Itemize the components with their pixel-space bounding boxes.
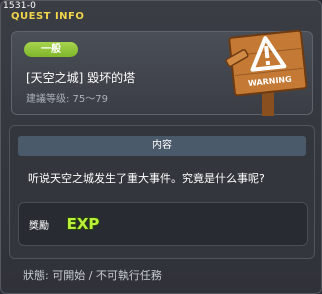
category-badge: 一般 xyxy=(24,42,78,57)
exp-icon: EXP xyxy=(66,214,100,234)
quest-header-panel: 一般 [天空之城] 毀坏的塔 建議等级: 75～79 WARNING xyxy=(11,29,313,116)
quest-info-window: 1531-0 QUEST INFO 一般 [天空之城] 毀坏的塔 建議等级: 7… xyxy=(0,0,322,294)
window-title: QUEST INFO xyxy=(11,11,85,22)
quest-name: [天空之城] 毀坏的塔 xyxy=(26,71,136,85)
warning-signboard-icon: WARNING xyxy=(225,29,308,116)
exp-text: EXP xyxy=(67,215,100,233)
content-heading: 内容 xyxy=(18,136,306,156)
quest-description: 听说天空之城发生了重大事件。究竟是什么事呢? xyxy=(28,172,265,185)
recommended-level: 建議等级: 75～79 xyxy=(26,94,108,105)
quest-status: 狀態: 可開始 / 不可執行任務 xyxy=(23,269,162,282)
content-panel: 内容 听说天空之城发生了重大事件。究竟是什么事呢? 獎勵 EXP xyxy=(9,125,315,259)
quest-id: 1531-0 xyxy=(3,1,37,11)
reward-label: 獎勵 xyxy=(29,221,49,232)
reward-box: 獎勵 EXP xyxy=(18,202,308,246)
